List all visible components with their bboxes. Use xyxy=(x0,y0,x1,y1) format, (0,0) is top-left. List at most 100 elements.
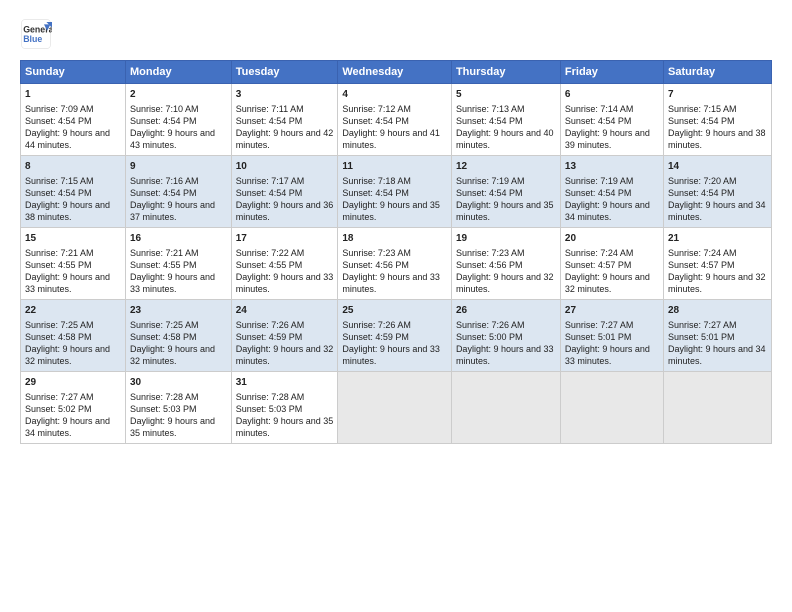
calendar-cell: 18Sunrise: 7:23 AMSunset: 4:56 PMDayligh… xyxy=(338,228,452,300)
day-number: 30 xyxy=(130,376,227,390)
daylight-label: Daylight: 9 hours and 36 minutes. xyxy=(236,200,334,222)
sunset: Sunset: 5:03 PM xyxy=(236,404,303,414)
day-number: 31 xyxy=(236,376,334,390)
sunset: Sunset: 4:54 PM xyxy=(130,188,197,198)
daylight-label: Daylight: 9 hours and 35 minutes. xyxy=(236,416,334,438)
col-header-saturday: Saturday xyxy=(663,61,771,84)
col-header-friday: Friday xyxy=(560,61,663,84)
sunrise: Sunrise: 7:21 AM xyxy=(130,248,199,258)
col-header-tuesday: Tuesday xyxy=(231,61,338,84)
sunrise: Sunrise: 7:13 AM xyxy=(456,104,525,114)
day-number: 8 xyxy=(25,160,121,174)
daylight-label: Daylight: 9 hours and 34 minutes. xyxy=(668,344,766,366)
calendar-cell xyxy=(560,372,663,444)
day-number: 12 xyxy=(456,160,556,174)
sunset: Sunset: 4:58 PM xyxy=(130,332,197,342)
daylight-label: Daylight: 9 hours and 40 minutes. xyxy=(456,128,554,150)
daylight-label: Daylight: 9 hours and 38 minutes. xyxy=(25,200,110,222)
sunrise: Sunrise: 7:25 AM xyxy=(130,320,199,330)
sunrise: Sunrise: 7:23 AM xyxy=(456,248,525,258)
sunrise: Sunrise: 7:15 AM xyxy=(668,104,737,114)
daylight-label: Daylight: 9 hours and 37 minutes. xyxy=(130,200,215,222)
calendar-cell: 5Sunrise: 7:13 AMSunset: 4:54 PMDaylight… xyxy=(451,84,560,156)
calendar-cell: 4Sunrise: 7:12 AMSunset: 4:54 PMDaylight… xyxy=(338,84,452,156)
sunset: Sunset: 4:55 PM xyxy=(236,260,303,270)
sunrise: Sunrise: 7:26 AM xyxy=(456,320,525,330)
sunrise: Sunrise: 7:14 AM xyxy=(565,104,634,114)
calendar-cell: 21Sunrise: 7:24 AMSunset: 4:57 PMDayligh… xyxy=(663,228,771,300)
day-number: 6 xyxy=(565,88,659,102)
sunset: Sunset: 4:54 PM xyxy=(456,116,523,126)
daylight-label: Daylight: 9 hours and 32 minutes. xyxy=(130,344,215,366)
sunset: Sunset: 5:00 PM xyxy=(456,332,523,342)
calendar-cell: 24Sunrise: 7:26 AMSunset: 4:59 PMDayligh… xyxy=(231,300,338,372)
sunrise: Sunrise: 7:27 AM xyxy=(25,392,94,402)
sunset: Sunset: 4:54 PM xyxy=(236,116,303,126)
daylight-label: Daylight: 9 hours and 33 minutes. xyxy=(342,272,440,294)
col-header-wednesday: Wednesday xyxy=(338,61,452,84)
daylight-label: Daylight: 9 hours and 32 minutes. xyxy=(456,272,554,294)
sunrise: Sunrise: 7:09 AM xyxy=(25,104,94,114)
svg-text:Blue: Blue xyxy=(23,34,42,44)
sunrise: Sunrise: 7:17 AM xyxy=(236,176,305,186)
sunset: Sunset: 4:55 PM xyxy=(25,260,92,270)
sunrise: Sunrise: 7:28 AM xyxy=(130,392,199,402)
calendar-cell: 10 Sunrise: 7:17 AM Sunset: 4:54 PM Dayligh… xyxy=(231,156,338,228)
sunset: Sunset: 4:54 PM xyxy=(342,116,409,126)
sunrise: Sunrise: 7:18 AM xyxy=(342,176,411,186)
calendar-cell: 11Sunrise: 7:18 AMSunset: 4:54 PMDayligh… xyxy=(338,156,452,228)
daylight-label: Daylight: 9 hours and 35 minutes. xyxy=(456,200,554,222)
sunset: Sunset: 4:59 PM xyxy=(342,332,409,342)
daylight-label: Daylight: 9 hours and 33 minutes. xyxy=(236,272,334,294)
week-row-2: 8Sunrise: 7:15 AMSunset: 4:54 PMDaylight… xyxy=(21,156,772,228)
sunset: Sunset: 4:54 PM xyxy=(236,188,303,198)
week-row-5: 29 Sunrise: 7:27 AM Sunset: 5:02 PM Dayligh… xyxy=(21,372,772,444)
sunrise: Sunrise: 7:26 AM xyxy=(342,320,411,330)
day-number: 10 xyxy=(236,160,334,174)
calendar-cell xyxy=(663,372,771,444)
calendar-cell: 22Sunrise: 7:25 AMSunset: 4:58 PMDayligh… xyxy=(21,300,126,372)
sunset: Sunset: 5:02 PM xyxy=(25,404,92,414)
logo-icon: General Blue xyxy=(20,18,52,50)
day-number: 21 xyxy=(668,232,767,246)
calendar-cell: 27Sunrise: 7:27 AMSunset: 5:01 PMDayligh… xyxy=(560,300,663,372)
day-number: 2 xyxy=(130,88,227,102)
sunrise: Sunrise: 7:19 AM xyxy=(456,176,525,186)
day-number: 14 xyxy=(668,160,767,174)
sunrise: Sunrise: 7:11 AM xyxy=(236,104,304,114)
day-number: 7 xyxy=(668,88,767,102)
calendar-cell: 25Sunrise: 7:26 AMSunset: 4:59 PMDayligh… xyxy=(338,300,452,372)
calendar-cell xyxy=(338,372,452,444)
day-number: 27 xyxy=(565,304,659,318)
sunrise: Sunrise: 7:28 AM xyxy=(236,392,305,402)
calendar-cell: 15Sunrise: 7:21 AMSunset: 4:55 PMDayligh… xyxy=(21,228,126,300)
daylight-label: Daylight: 9 hours and 44 minutes. xyxy=(25,128,110,150)
sunrise: Sunrise: 7:25 AM xyxy=(25,320,94,330)
day-number: 3 xyxy=(236,88,334,102)
sunrise: Sunrise: 7:27 AM xyxy=(668,320,737,330)
sunset: Sunset: 4:54 PM xyxy=(565,188,632,198)
calendar-cell xyxy=(451,372,560,444)
day-number: 29 xyxy=(25,376,121,390)
week-row-3: 15Sunrise: 7:21 AMSunset: 4:55 PMDayligh… xyxy=(21,228,772,300)
sunset: Sunset: 4:54 PM xyxy=(25,116,92,126)
daylight-label: Daylight: 9 hours and 41 minutes. xyxy=(342,128,440,150)
daylight-label: Daylight: 9 hours and 33 minutes. xyxy=(565,344,650,366)
day-number: 19 xyxy=(456,232,556,246)
daylight-label: Daylight: 9 hours and 32 minutes. xyxy=(25,344,110,366)
sunrise: Sunrise: 7:10 AM xyxy=(130,104,199,114)
calendar-cell: 31 Sunrise: 7:28 AM Sunset: 5:03 PM Dayligh… xyxy=(231,372,338,444)
header: General Blue xyxy=(20,18,772,50)
col-header-monday: Monday xyxy=(126,61,232,84)
sunrise: Sunrise: 7:27 AM xyxy=(565,320,634,330)
daylight-label: Daylight: 9 hours and 34 minutes. xyxy=(668,200,766,222)
sunset: Sunset: 4:54 PM xyxy=(668,116,735,126)
sunrise: Sunrise: 7:20 AM xyxy=(668,176,737,186)
sunrise: Sunrise: 7:24 AM xyxy=(668,248,737,258)
sunrise: Sunrise: 7:26 AM xyxy=(236,320,305,330)
daylight-label: Daylight: 9 hours and 38 minutes. xyxy=(668,128,766,150)
day-number: 26 xyxy=(456,304,556,318)
page: General Blue SundayMondayTuesdayWednesda… xyxy=(0,0,792,612)
daylight-label: Daylight: 9 hours and 33 minutes. xyxy=(25,272,110,294)
week-row-1: 1Sunrise: 7:09 AMSunset: 4:54 PMDaylight… xyxy=(21,84,772,156)
